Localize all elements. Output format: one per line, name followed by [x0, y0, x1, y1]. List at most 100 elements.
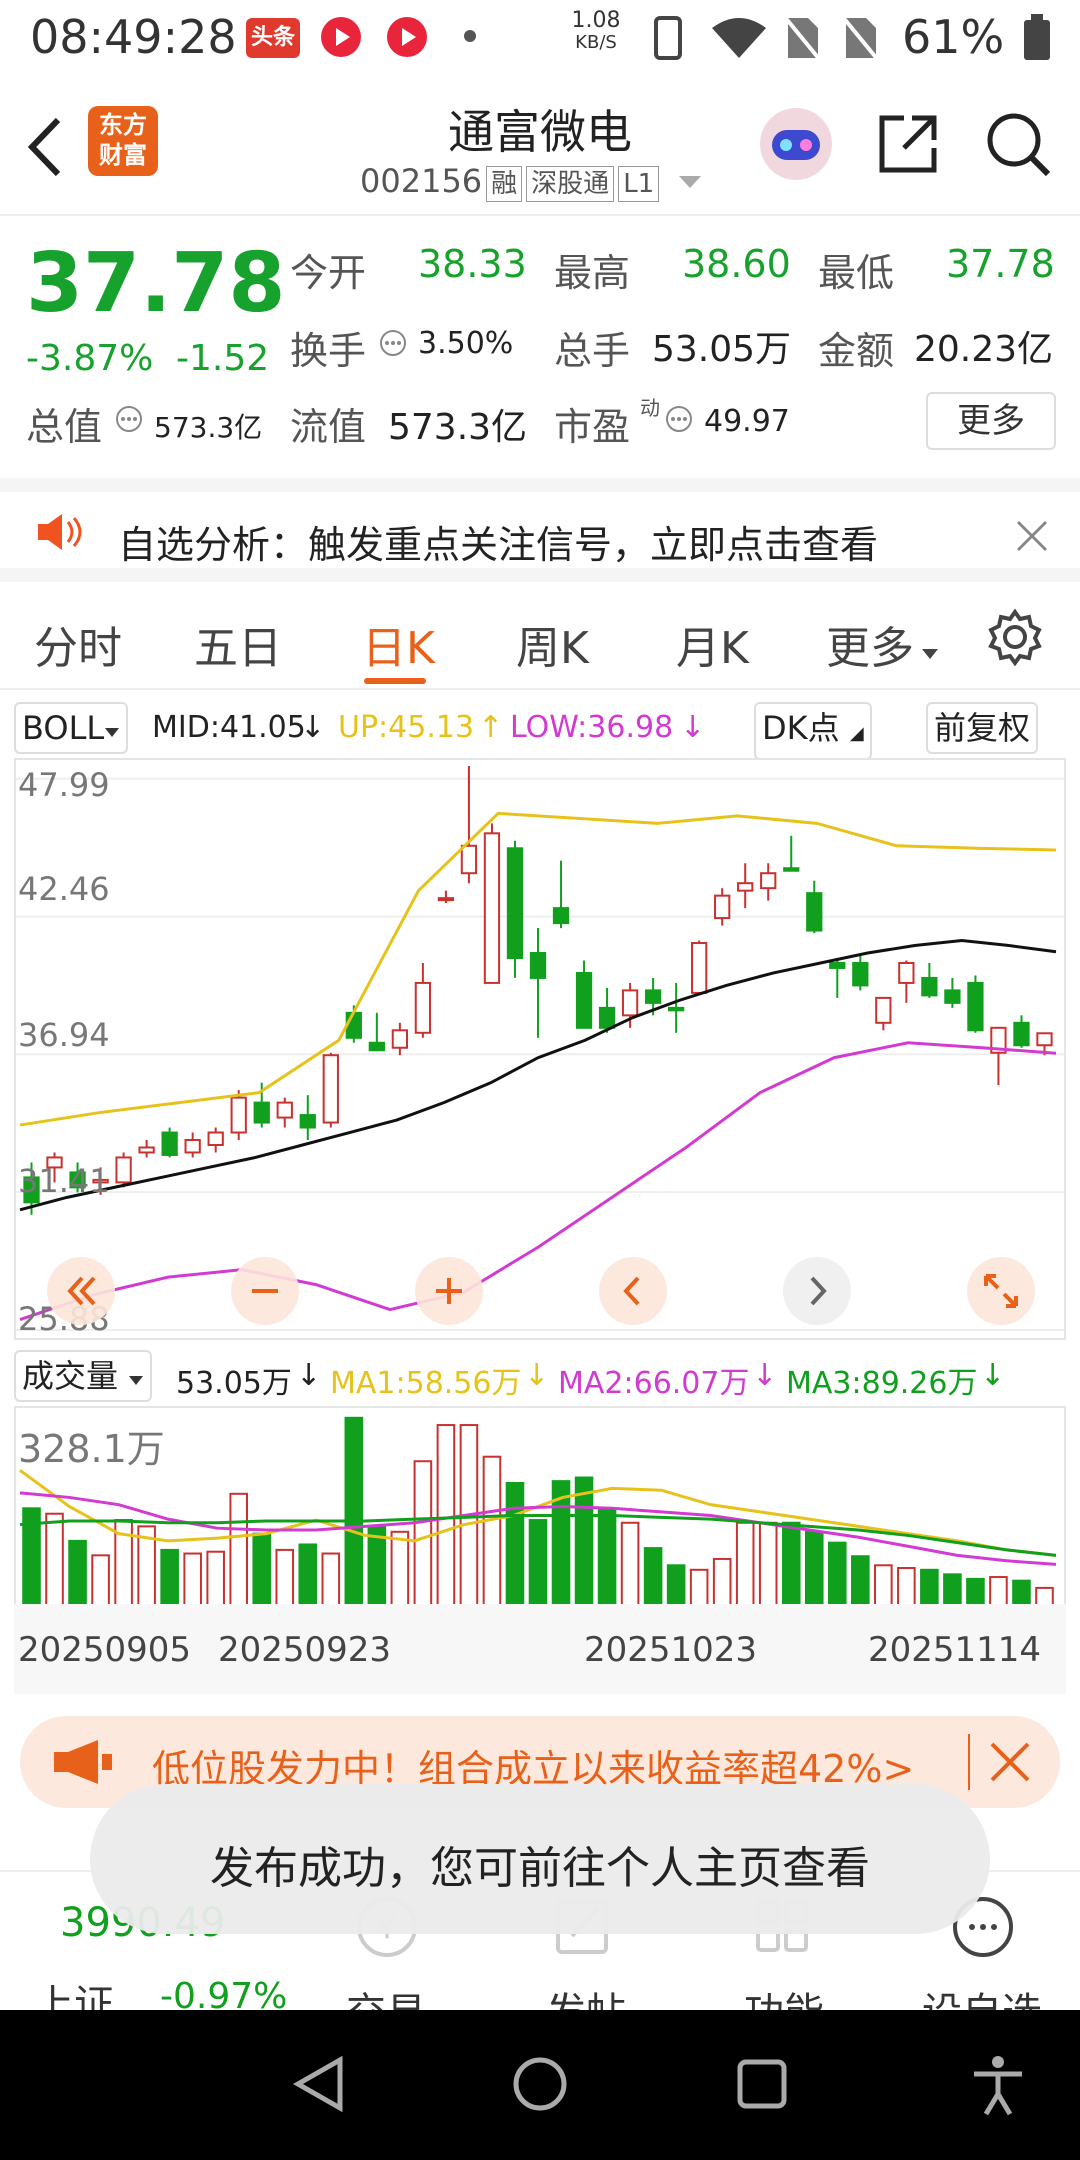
- accessibility-icon[interactable]: [968, 2054, 1028, 2118]
- volume-bar: [712, 1557, 732, 1607]
- candle-body: [253, 1101, 270, 1124]
- mktcap-value: 573.3亿: [154, 411, 263, 444]
- stock-code-line[interactable]: 002156 融深股通 L1: [360, 162, 703, 202]
- down-arrow: ↓: [296, 1358, 322, 1393]
- volume-bar: [183, 1552, 202, 1607]
- mktcap-label: 总值: [26, 405, 103, 449]
- volume-bar: [344, 1416, 364, 1607]
- tab-more[interactable]: 更多: [826, 612, 940, 676]
- info-icon[interactable]: [664, 404, 694, 434]
- tab-weekly-k[interactable]: 周K: [516, 612, 589, 676]
- indicator-bar: BOLL MID:41.05 ↓ UP:45.13 ↑ LOW:36.98 ↓ …: [0, 700, 1080, 760]
- tab-monthly-k[interactable]: 月K: [676, 612, 749, 676]
- volume-bar: [229, 1492, 248, 1607]
- candle-body: [345, 1011, 362, 1039]
- volume-bar: [160, 1548, 179, 1607]
- tab-intraday[interactable]: 分时: [34, 612, 122, 676]
- candle-body: [1013, 1021, 1030, 1047]
- volume-value: 53.05万: [176, 1366, 292, 1401]
- volume-bar: [275, 1548, 295, 1607]
- zoom-out-icon[interactable]: [230, 1256, 300, 1326]
- candle-body: [529, 952, 547, 979]
- candle-body: [829, 961, 846, 969]
- double-left-icon[interactable]: [46, 1256, 116, 1326]
- down-arrow: ↓: [980, 1358, 1006, 1393]
- caret-down-icon: [129, 1376, 144, 1385]
- info-icon[interactable]: [378, 328, 408, 358]
- volume-label: 总手: [554, 329, 631, 373]
- candle-body: [598, 1006, 616, 1029]
- turnover-value: 3.50%: [418, 326, 514, 361]
- volume-bar: [436, 1424, 456, 1607]
- candle-body: [368, 1041, 385, 1052]
- high-value: 38.60: [682, 242, 791, 286]
- candle-body: [552, 907, 570, 925]
- zoom-in-icon[interactable]: [414, 1256, 484, 1326]
- volume-bar: [689, 1568, 709, 1607]
- candlestick-svg: [16, 766, 1064, 1331]
- volume-ma3: MA3:89.26万: [786, 1366, 978, 1401]
- candle-body: [644, 989, 662, 1004]
- home-circle-icon[interactable]: [510, 2054, 570, 2114]
- volume-bar: [68, 1539, 87, 1608]
- candle-body: [944, 989, 961, 1004]
- toast-message: 发布成功，您可前往个人主页查看: [90, 1784, 990, 1934]
- scroll-right-icon[interactable]: [782, 1256, 852, 1326]
- adjust-button[interactable]: 前复权: [926, 702, 1039, 754]
- down-arrow: ↓: [752, 1358, 778, 1393]
- volume-bar: [1012, 1579, 1031, 1608]
- info-icon[interactable]: [114, 404, 144, 434]
- dk-point-dropdown[interactable]: DK点 ◢: [754, 702, 872, 760]
- boll-low: LOW:36.98: [510, 710, 674, 745]
- connect-tag: 深股通: [526, 166, 615, 202]
- date-label: 20250923: [218, 1630, 392, 1670]
- settings-gear-icon[interactable]: [986, 608, 1044, 666]
- battery-icon: [1024, 14, 1050, 60]
- volume-ma1: MA1:58.56万: [330, 1366, 522, 1401]
- volume-bar: [321, 1552, 341, 1607]
- tab-five-day[interactable]: 五日: [194, 612, 282, 676]
- candle-body: [138, 1146, 155, 1154]
- candle-body: [322, 1054, 339, 1124]
- indicator-dropdown[interactable]: BOLL: [14, 702, 129, 754]
- volume-svg: [19, 1416, 1057, 1608]
- share-icon[interactable]: [876, 112, 940, 176]
- amount-label: 金额: [818, 329, 895, 373]
- tab-daily-k[interactable]: 日K: [362, 612, 435, 676]
- candle-body: [299, 1114, 316, 1129]
- more-button[interactable]: 更多: [926, 392, 1056, 450]
- candle-body: [967, 981, 984, 1032]
- volume-bar: [298, 1543, 318, 1608]
- candle-body: [115, 1156, 132, 1184]
- candlestick-chart[interactable]: 47.99 42.46 36.94 31.41 25.88: [14, 758, 1066, 1340]
- stock-code: 002156: [360, 162, 483, 200]
- volume-bar: [528, 1519, 548, 1607]
- scroll-left-icon[interactable]: [598, 1256, 668, 1326]
- volume-bar: [828, 1541, 847, 1608]
- candle-body: [691, 942, 708, 994]
- volume-bar: [206, 1550, 225, 1607]
- fullscreen-icon[interactable]: [966, 1256, 1036, 1326]
- robot-assistant-icon[interactable]: [756, 104, 836, 184]
- volume-bar: [781, 1521, 801, 1607]
- back-triangle-icon[interactable]: [292, 2054, 348, 2114]
- pe-value: 49.97: [704, 404, 790, 439]
- chart-tabs: 分时 五日 日K 周K 月K 更多: [0, 586, 1080, 690]
- volume-bar: [390, 1530, 410, 1607]
- active-tab-indicator: [364, 678, 426, 684]
- volume-bar: [413, 1460, 433, 1607]
- volume-bar: [920, 1568, 939, 1607]
- volume-chart[interactable]: 328.1万: [14, 1406, 1066, 1608]
- candle-body: [737, 882, 754, 892]
- candle-body: [806, 892, 823, 932]
- quote-panel: 37.78 -3.87% -1.52 今开 38.33 最高 38.60 最低 …: [0, 216, 1080, 476]
- notice-bar[interactable]: 自选分析：触发重点关注信号，立即点击查看: [0, 478, 1080, 582]
- dot-icon: [464, 30, 476, 42]
- video-app-icon-2: [387, 17, 427, 57]
- close-icon[interactable]: [1014, 518, 1050, 554]
- close-icon[interactable]: [988, 1740, 1032, 1784]
- volume-indicator-dropdown[interactable]: 成交量: [14, 1350, 153, 1402]
- search-icon[interactable]: [984, 110, 1054, 180]
- recents-square-icon[interactable]: [734, 2056, 790, 2112]
- volume-bar: [851, 1555, 870, 1608]
